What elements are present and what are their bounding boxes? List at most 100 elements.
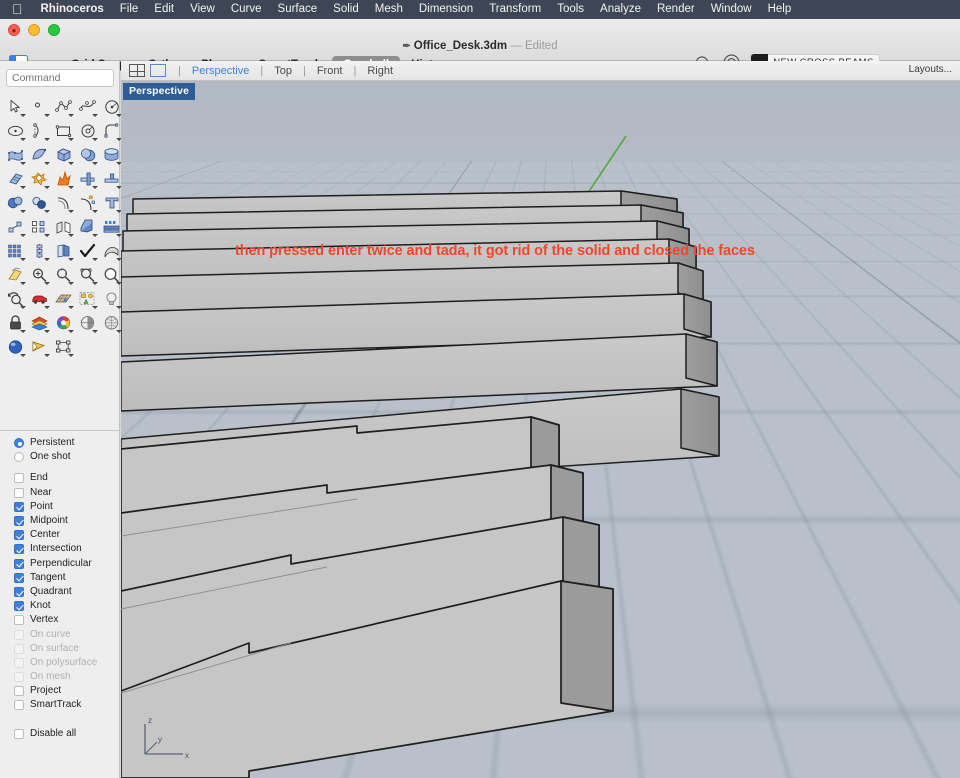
boolean-union-icon[interactable] <box>28 167 51 190</box>
osnap-tangent[interactable]: Tangent <box>14 571 120 585</box>
fillet-curve-icon[interactable] <box>100 119 123 142</box>
checkbox-icon[interactable] <box>14 544 24 555</box>
move-icon[interactable] <box>4 215 27 238</box>
minimize-button[interactable] <box>28 24 40 36</box>
offset-surface-icon[interactable] <box>76 191 99 214</box>
grid-plane-icon[interactable] <box>52 287 75 310</box>
close-button[interactable]: ● <box>8 24 20 36</box>
menu-item-view[interactable]: View <box>182 0 223 19</box>
group-icon[interactable] <box>76 287 99 310</box>
flow-icon[interactable] <box>100 239 123 262</box>
osnap-project[interactable]: Project <box>14 684 120 698</box>
lock-icon[interactable] <box>4 311 27 334</box>
pan-car-icon[interactable] <box>28 287 51 310</box>
checkbox-icon[interactable] <box>14 601 24 612</box>
check-icon[interactable] <box>76 239 99 262</box>
trim-icon[interactable] <box>100 167 123 190</box>
cylinder-icon[interactable] <box>100 143 123 166</box>
osnap-mode-one-shot[interactable]: One shot <box>14 450 120 464</box>
tab-perspective[interactable]: Perspective <box>188 65 253 77</box>
menu-item-solid[interactable]: Solid <box>325 0 367 19</box>
menu-item-file[interactable]: File <box>112 0 147 19</box>
menu-item-rhinoceros[interactable]: Rhinoceros <box>33 0 112 19</box>
surface-cv-icon[interactable] <box>4 143 27 166</box>
menu-item-analyze[interactable]: Analyze <box>592 0 649 19</box>
tab-top[interactable]: Top <box>270 65 296 77</box>
checkbox-icon[interactable] <box>14 700 24 711</box>
boolean-difference-icon[interactable] <box>4 191 27 214</box>
undo-view-icon[interactable] <box>4 287 27 310</box>
zoom-extents-icon[interactable] <box>100 263 123 286</box>
camera-icon[interactable] <box>28 335 51 358</box>
checkbox-icon[interactable] <box>14 487 24 498</box>
single-view-layout-icon[interactable] <box>150 64 166 77</box>
copy-icon[interactable] <box>28 215 51 238</box>
scale-icon[interactable] <box>28 239 51 262</box>
light-bulb-icon[interactable] <box>100 287 123 310</box>
perspective-viewport[interactable]: Perspective then pressed enter twice and… <box>121 81 960 778</box>
command-input[interactable] <box>6 69 114 87</box>
checkbox-icon[interactable] <box>14 728 24 739</box>
box-icon[interactable] <box>52 143 75 166</box>
checkbox-icon[interactable] <box>14 586 24 597</box>
osnap-intersection[interactable]: Intersection <box>14 542 120 556</box>
checkbox-icon[interactable] <box>14 615 24 626</box>
radio-icon[interactable] <box>14 438 24 449</box>
osnap-knot[interactable]: Knot <box>14 599 120 613</box>
array-icon[interactable] <box>100 215 123 238</box>
explode-icon[interactable] <box>52 167 75 190</box>
render-icon[interactable] <box>4 335 27 358</box>
menu-item-edit[interactable]: Edit <box>146 0 182 19</box>
checkbox-icon[interactable] <box>14 473 24 484</box>
apple-icon[interactable]:  <box>8 2 33 18</box>
text-icon[interactable] <box>100 191 123 214</box>
menu-item-help[interactable]: Help <box>760 0 800 19</box>
curve-interp-icon[interactable] <box>76 95 99 118</box>
viewport-title-label[interactable]: Perspective <box>123 83 196 100</box>
osnap-midpoint[interactable]: Midpoint <box>14 514 120 528</box>
checkbox-icon[interactable] <box>14 686 24 697</box>
layers-icon[interactable] <box>28 311 51 334</box>
ellipse-icon[interactable] <box>4 119 27 142</box>
checkbox-icon[interactable] <box>14 572 24 583</box>
select-arrow-icon[interactable] <box>4 95 27 118</box>
menu-item-dimension[interactable]: Dimension <box>411 0 481 19</box>
circle-icon[interactable] <box>100 95 123 118</box>
surface-edit-icon[interactable] <box>4 167 27 190</box>
boolean-intersection-icon[interactable] <box>28 191 51 214</box>
named-view-icon[interactable] <box>52 335 75 358</box>
sphere-icon[interactable] <box>76 143 99 166</box>
checkbox-icon[interactable] <box>14 516 24 527</box>
polygon-icon[interactable] <box>76 119 99 142</box>
menu-item-transform[interactable]: Transform <box>481 0 549 19</box>
osnap-center[interactable]: Center <box>14 528 120 542</box>
arc-icon[interactable] <box>28 119 51 142</box>
surface-corner-icon[interactable] <box>28 143 51 166</box>
menu-item-tools[interactable]: Tools <box>549 0 592 19</box>
checkbox-icon[interactable] <box>14 501 24 512</box>
osnap-end[interactable]: End <box>14 471 120 485</box>
checkbox-icon[interactable] <box>14 558 24 569</box>
grid-array-icon[interactable] <box>4 239 27 262</box>
osnap-near[interactable]: Near <box>14 486 120 500</box>
osnap-smarttrack[interactable]: SmartTrack <box>14 698 120 712</box>
join-icon[interactable] <box>76 167 99 190</box>
rectangle-icon[interactable] <box>52 119 75 142</box>
four-view-layout-icon[interactable] <box>129 64 145 77</box>
osnap-vertex[interactable]: Vertex <box>14 613 120 627</box>
menu-item-window[interactable]: Window <box>703 0 760 19</box>
color-wheel-icon[interactable] <box>52 311 75 334</box>
layouts-button[interactable]: Layouts... <box>909 64 952 75</box>
beam-geometry-front[interactable] <box>121 81 960 778</box>
ghosted-icon[interactable] <box>100 311 123 334</box>
osnap-point[interactable]: Point <box>14 500 120 514</box>
maximize-button[interactable] <box>48 24 60 36</box>
menu-item-curve[interactable]: Curve <box>223 0 270 19</box>
zoom-window-icon[interactable] <box>52 263 75 286</box>
zoom-in-icon[interactable] <box>28 263 51 286</box>
bend-icon[interactable] <box>4 263 27 286</box>
point-icon[interactable] <box>28 95 51 118</box>
tab-front[interactable]: Front <box>313 65 347 77</box>
osnap-quadrant[interactable]: Quadrant <box>14 585 120 599</box>
shade-icon[interactable] <box>76 311 99 334</box>
